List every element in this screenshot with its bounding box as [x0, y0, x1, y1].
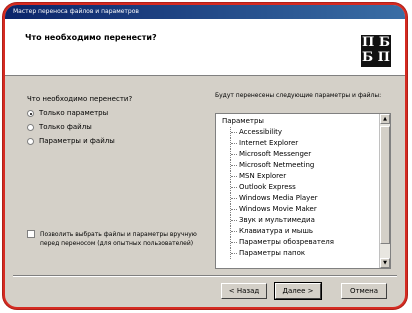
custom-selection-checkbox-row[interactable]: Позволить выбрать файлы и параметры вруч… [27, 230, 199, 248]
list-item: Microsoft Messenger [230, 149, 378, 160]
custom-selection-checkbox[interactable] [27, 230, 35, 238]
radio-settings-only[interactable]: Только параметры [27, 108, 108, 118]
radio-button-icon[interactable] [27, 123, 34, 131]
list-item: Звук и мультимедиа [230, 215, 378, 226]
scroll-thumb[interactable] [380, 126, 390, 244]
page-title: Что необходимо перенести? [25, 33, 157, 42]
radio-button-icon[interactable] [27, 109, 34, 117]
window-title: Мастер переноса файлов и параметров [5, 5, 405, 19]
checkbox-label: Позволить выбрать файлы и параметры вруч… [40, 231, 197, 247]
list-item: Клавиатура и мышь [230, 226, 378, 237]
list-item: Internet Explorer [230, 138, 378, 149]
transfer-items-list[interactable]: Параметры Accessibility Internet Explore… [215, 113, 391, 269]
list-item: Параметры обозревателя [230, 237, 378, 248]
list-item: Windows Movie Maker [230, 204, 378, 215]
radio-label: Только параметры [39, 109, 109, 117]
transfer-type-label: Что необходимо перенести? [27, 95, 133, 103]
next-button[interactable]: Далее > [274, 282, 322, 300]
button-divider [13, 275, 397, 277]
radio-button-icon[interactable] [27, 137, 34, 145]
list-item: Параметры папок [230, 248, 378, 259]
wizard-header: Что необходимо перенести? П ББ П [5, 19, 405, 76]
radio-label: Только файлы [39, 123, 92, 131]
radio-settings-and-files[interactable]: Параметры и файлы [27, 136, 115, 146]
list-item: Microsoft Netmeeting [230, 160, 378, 171]
list-root-item: Параметры [222, 117, 264, 125]
cancel-button[interactable]: Отмена [341, 283, 387, 299]
wizard-logo-icon: П ББ П [361, 35, 391, 67]
list-item: Windows Media Player [230, 193, 378, 204]
list-scrollbar[interactable]: ▲ ▼ [379, 114, 390, 268]
list-item: MSN Explorer [230, 171, 378, 182]
back-button[interactable]: < Назад [221, 283, 267, 299]
list-item: Accessibility [230, 127, 378, 138]
wizard-window: Мастер переноса файлов и параметров Что … [3, 3, 407, 309]
scroll-up-icon[interactable]: ▲ [380, 114, 390, 124]
transfer-list-label: Будут перенесены следующие параметры и ф… [215, 92, 382, 99]
radio-label: Параметры и файлы [39, 137, 115, 145]
scroll-down-icon[interactable]: ▼ [380, 258, 390, 268]
list-content: Параметры Accessibility Internet Explore… [216, 116, 378, 259]
list-item: Outlook Express [230, 182, 378, 193]
radio-files-only[interactable]: Только файлы [27, 122, 92, 132]
